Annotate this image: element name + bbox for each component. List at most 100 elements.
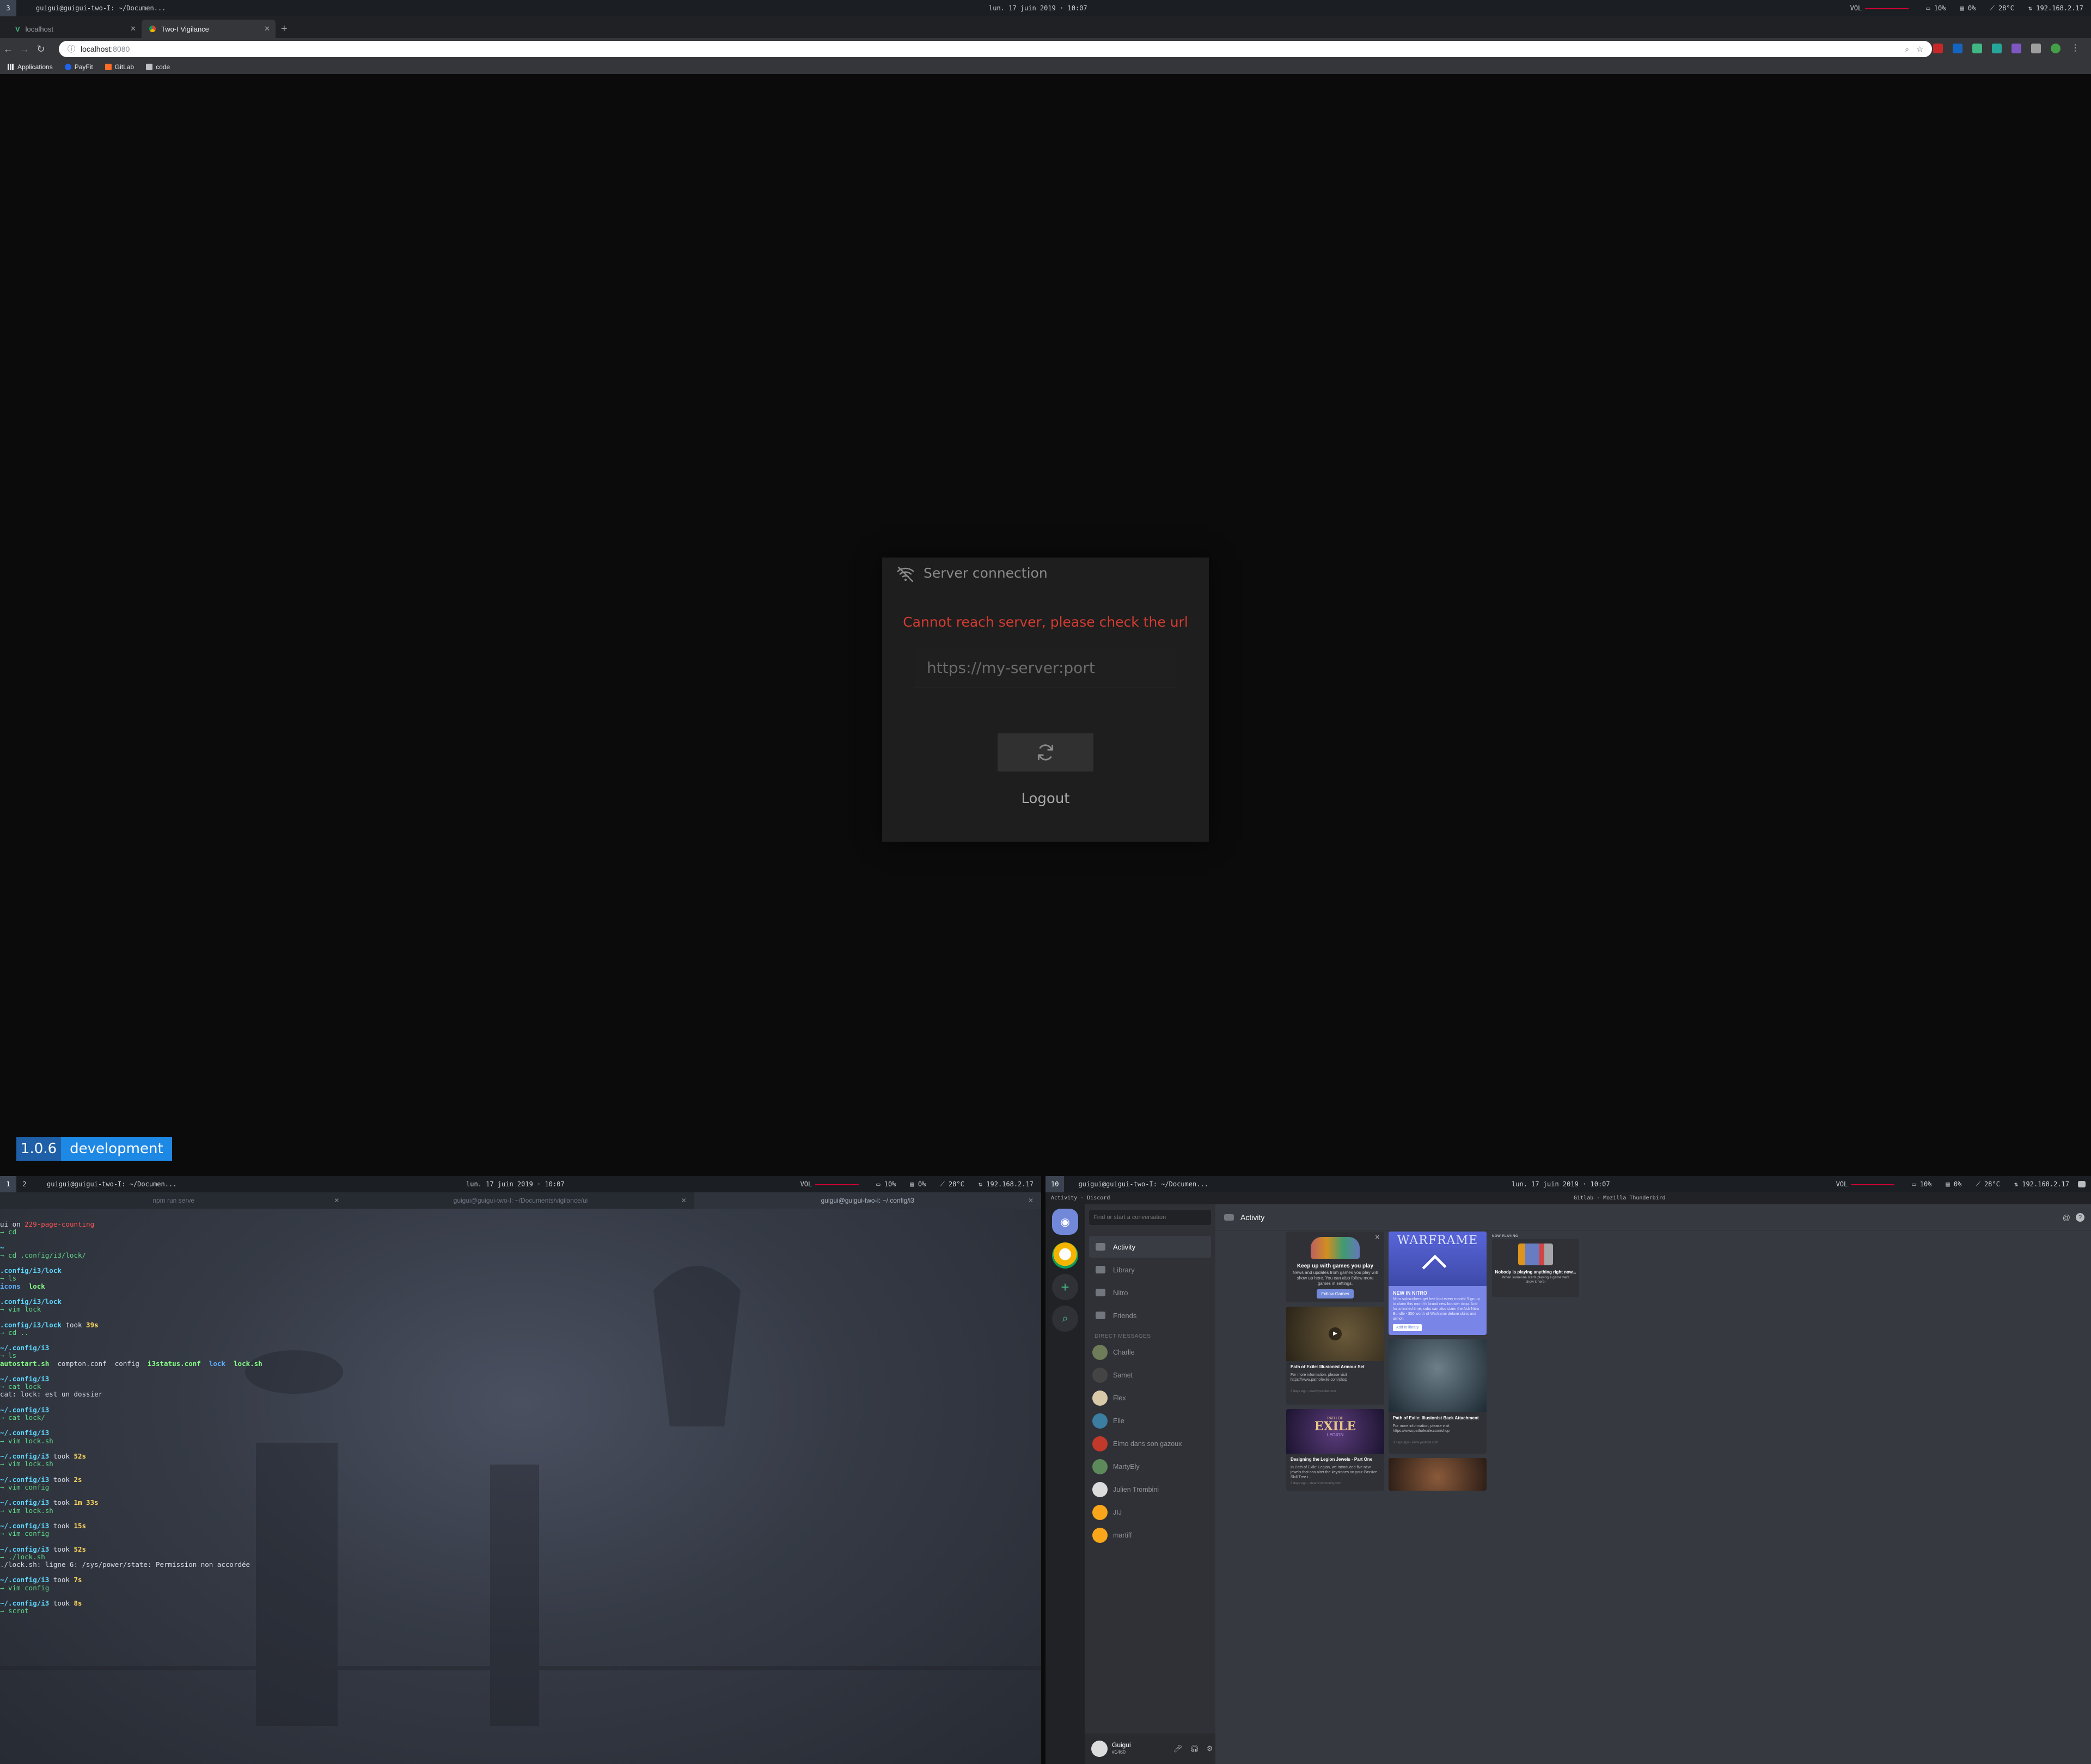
discord-window: Activity - Discord Gitlab - Mozilla Thun… [1046,1192,2091,1764]
server-url-input[interactable] [915,648,1176,688]
bookmark-label: GitLab [114,63,134,71]
close-icon[interactable]: ✕ [334,1192,339,1209]
window-title-left: Activity - Discord [1051,1195,1110,1201]
settings-gear-icon[interactable]: ⚙ [1207,1744,1213,1753]
nav-friends[interactable]: Friends [1089,1304,1211,1326]
close-icon[interactable]: ✕ [681,1192,687,1209]
extension-icon[interactable] [2031,44,2041,53]
workspace-button[interactable]: 2 [16,1176,33,1192]
avatar [1092,1482,1108,1497]
workspace-button[interactable]: 1 [0,1176,16,1192]
help-icon[interactable]: ? [2076,1212,2084,1222]
news-card[interactable]: PATH OF EXILE LEGION Designing the Legio… [1286,1409,1384,1491]
extension-icon[interactable] [1933,44,1943,53]
discord-home-icon[interactable]: ◉ [1052,1209,1078,1235]
menu-icon[interactable]: ⋮ [2070,44,2080,53]
add-to-library-button[interactable]: Add to library [1393,1324,1422,1331]
card-title: Keep up with games you play [1297,1263,1374,1269]
headphones-icon[interactable]: 🎧︎ [1190,1744,1199,1753]
ip-value: 192.168.2.17 [986,1180,1034,1188]
dm-item[interactable]: Julien Trombini [1092,1480,1159,1499]
zoom-icon[interactable]: ⌕ [1905,45,1909,54]
bookmark-code[interactable]: code [146,63,170,71]
terminal-tab[interactable]: guigui@guigui-two-I: ~/Documents/vigilan… [347,1192,694,1209]
follow-games-button[interactable]: Follow Games [1317,1289,1354,1298]
bookmark-payfit[interactable]: PayFit [64,63,93,71]
avatar [1092,1436,1108,1451]
temp-value: 28°C [948,1180,964,1188]
discord-tray-icon[interactable] [2078,1181,2086,1187]
tab-localhost[interactable]: V localhost ✕ [8,20,142,38]
window-title-bar: Activity - Discord Gitlab - Mozilla Thun… [1046,1192,2091,1204]
back-button[interactable]: ← [0,44,16,55]
terminal-tab-label: guigui@guigui-two-I: ~/.config/i3 [821,1197,914,1204]
nitro-icon [1096,1289,1105,1296]
dm-item[interactable]: MartyEly [1092,1457,1140,1477]
ip-value: 192.168.2.17 [2036,4,2083,12]
reload-button[interactable]: ↻ [33,44,49,55]
address-bar[interactable]: ⓘ localhost:8080 ⌕ ☆ [59,41,1932,57]
controller-icon [1096,1243,1105,1251]
version-number: 1.0.6 [16,1137,62,1161]
dm-item[interactable]: Elmo dans son gazoux [1092,1434,1182,1454]
server-icon[interactable] [1052,1242,1078,1269]
logout-link[interactable]: Logout [882,791,1209,807]
dm-item[interactable]: JIJ [1092,1503,1122,1522]
add-server-icon[interactable]: + [1052,1274,1078,1300]
terminal-tab-label: npm run serve [152,1197,195,1204]
workspace-button[interactable]: 10 [1046,1176,1065,1192]
username: Guigui [1112,1741,1131,1749]
nav-activity[interactable]: Activity [1089,1236,1211,1258]
mem-block: ▤ 0% [910,1180,926,1188]
mentions-icon[interactable]: @ [2063,1213,2070,1222]
news-card[interactable] [1389,1458,1487,1491]
nav-library[interactable]: Library [1089,1259,1211,1281]
play-icon[interactable]: ▶ [1329,1327,1342,1340]
dm-item[interactable]: martiff [1092,1526,1132,1545]
mem-value: 0% [918,1180,926,1188]
bookmark-applications[interactable]: Applications [8,63,53,71]
close-icon[interactable]: ✕ [130,24,136,33]
volume-block[interactable]: VOL [1850,4,1912,12]
microphone-icon[interactable]: 🎤︎ [1173,1744,1183,1753]
vue-devtools-icon[interactable] [1972,44,1982,53]
profile-avatar-icon[interactable] [2051,44,2061,53]
volume-bar [1851,1184,1895,1185]
dm-item[interactable]: Samet [1092,1365,1133,1385]
retry-button[interactable] [998,733,1093,771]
close-icon[interactable]: ✕ [264,24,270,33]
nav-label: Friends [1113,1311,1137,1320]
dm-item[interactable]: Charlie [1092,1343,1135,1362]
info-icon[interactable]: ⓘ [68,44,75,54]
terminal-tab[interactable]: guigui@guigui-two-I: ~/.config/i3 ✕ [694,1192,1041,1209]
workspace-button[interactable]: 3 [0,0,16,16]
temp-block: ⟋ 28°C [940,1180,964,1188]
terminal-tab[interactable]: npm run serve ✕ [0,1192,347,1209]
dm-name: JIJ [1113,1509,1122,1516]
forward-button[interactable]: → [16,44,33,55]
bookmark-star-icon[interactable]: ☆ [1916,45,1923,54]
news-card[interactable]: ▶ Path of Exile: Illusionist Armour Set … [1286,1307,1384,1405]
games-illustration [1311,1237,1360,1259]
volume-block[interactable]: VOL [1836,1180,1898,1188]
close-icon[interactable]: ✕ [1028,1192,1034,1209]
controller-icon [1224,1214,1234,1221]
volume-block[interactable]: VOL [800,1180,863,1188]
news-card[interactable]: Path of Exile: Illusionist Back Attachme… [1389,1339,1487,1454]
terminal-tabs: npm run serve ✕ guigui@guigui-two-I: ~/Do… [0,1192,1041,1209]
tab-two-i-vigilance[interactable]: Two-I Vigilance ✕ [142,20,276,38]
explore-search-icon[interactable]: ⌕ [1052,1306,1078,1332]
dm-item[interactable]: Elle [1092,1411,1124,1431]
user-avatar[interactable] [1091,1741,1108,1757]
close-icon[interactable]: ✕ [1375,1234,1380,1241]
conversation-search-input[interactable] [1089,1210,1211,1225]
dm-item[interactable]: Flex [1092,1388,1126,1408]
volume-bar [1865,8,1909,9]
extension-icon[interactable] [1953,44,1962,53]
dm-name: Charlie [1113,1349,1135,1356]
extension-icon[interactable] [2011,44,2021,53]
new-tab-button[interactable]: + [276,20,293,38]
bookmark-gitlab[interactable]: GitLab [105,63,134,71]
nav-nitro[interactable]: Nitro [1089,1282,1211,1303]
extension-icon[interactable] [1992,44,2002,53]
